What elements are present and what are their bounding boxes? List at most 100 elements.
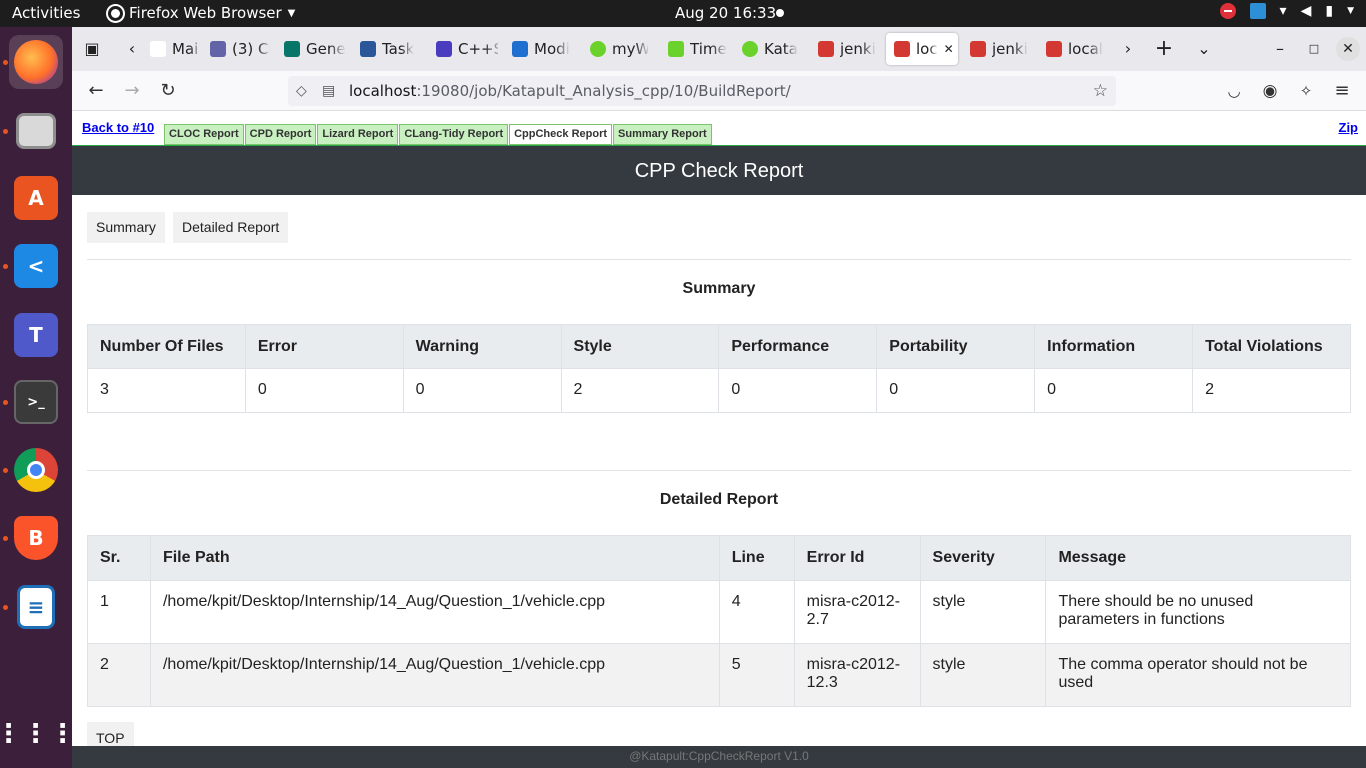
jenkins-icon: [970, 41, 986, 57]
green-dot-icon: [590, 41, 606, 57]
back-icon[interactable]: ←: [84, 79, 108, 103]
list-all-tabs-icon[interactable]: ⌄: [1192, 37, 1216, 61]
summary-cell: 0: [1034, 368, 1194, 413]
browser-tab-label: jenki: [840, 40, 876, 58]
show-apps-button[interactable]: ⋮⋮⋮: [0, 707, 77, 761]
extensions-icon[interactable]: ✧: [1294, 79, 1318, 103]
summary-column-header: Portability: [876, 324, 1036, 369]
detail-cell: The comma operator should not be used: [1045, 643, 1351, 707]
system-tray[interactable]: ▾ ◀ ▮ ▼: [1219, 3, 1354, 19]
detail-cell: 5: [718, 643, 795, 707]
browser-tab[interactable]: Mail: [150, 33, 198, 65]
system-top-bar: Activities Firefox Web Browser ▼ Aug 20 …: [0, 0, 1366, 27]
jenkins-icon: [894, 41, 910, 57]
dock-chrome[interactable]: [9, 443, 63, 497]
firefox-view-icon[interactable]: ▣: [80, 37, 104, 61]
dock-vscode[interactable]: <: [9, 239, 63, 293]
detailed-report-anchor-button[interactable]: Detailed Report: [173, 212, 289, 243]
browser-tab[interactable]: Modi: [512, 33, 574, 65]
wifi-icon[interactable]: ▾: [1280, 3, 1287, 19]
do-not-disturb-icon[interactable]: [1219, 3, 1236, 19]
menu-icon[interactable]: ≡: [1330, 79, 1354, 103]
browser-tab[interactable]: jenki: [818, 33, 878, 65]
scroll-tabs-right-icon[interactable]: ›: [1116, 37, 1140, 61]
zip-link[interactable]: Zip: [1339, 120, 1359, 135]
page-info-icon[interactable]: ▤: [322, 76, 335, 106]
pocket-icon[interactable]: ◡: [1222, 79, 1246, 103]
summary-cell: 3: [87, 368, 246, 413]
activities-button[interactable]: Activities: [12, 4, 80, 22]
scroll-tabs-left-icon[interactable]: ‹: [120, 37, 144, 61]
tracking-protection-icon[interactable]: ◇: [296, 76, 307, 106]
detailed-report-table: Sr. File Path Line Error Id Severity Message …: [87, 535, 1351, 707]
summary-column-header: Number Of Files: [87, 324, 246, 369]
maximize-icon[interactable]: □: [1302, 37, 1326, 61]
new-tab-icon[interactable]: +: [1152, 37, 1176, 61]
battery-icon[interactable]: ▮: [1325, 3, 1333, 19]
browser-tab[interactable]: loc ✕: [886, 33, 958, 65]
browser-tab[interactable]: Gene: [284, 33, 346, 65]
bookmark-star-icon[interactable]: ☆: [1093, 76, 1108, 106]
detail-cell: 1: [87, 580, 151, 644]
browser-tab[interactable]: local: [1046, 33, 1106, 65]
dock-files[interactable]: [9, 104, 63, 158]
running-indicator: [3, 264, 8, 269]
summary-cell: 2: [1192, 368, 1351, 413]
browser-tab-label: C++S: [458, 40, 498, 58]
browser-tab[interactable]: C++S: [436, 33, 498, 65]
browser-tab[interactable]: Task: [360, 33, 418, 65]
dock-terminal[interactable]: >_: [9, 375, 63, 429]
browser-tab[interactable]: jenki: [970, 33, 1030, 65]
dock-app-center[interactable]: A: [9, 171, 63, 225]
files-icon: [16, 113, 56, 149]
report-tab[interactable]: Summary Report: [613, 124, 712, 145]
browser-tab-label: Time: [690, 40, 727, 58]
dock-writer[interactable]: ≡: [9, 580, 63, 634]
browser-tab-label: myW: [612, 40, 648, 58]
summary-anchor-button[interactable]: Summary: [87, 212, 165, 243]
summary-column-header: Information: [1034, 324, 1194, 369]
reload-icon[interactable]: ↻: [156, 79, 180, 103]
summary-column-header: Style: [560, 324, 720, 369]
jenkins-icon: [818, 41, 834, 57]
dock-firefox[interactable]: [9, 35, 63, 89]
account-icon[interactable]: ◉: [1258, 79, 1282, 103]
url-bar[interactable]: ◇ ▤ localhost:19080/job/Katapult_Analysi…: [288, 76, 1116, 106]
report-tab[interactable]: CPD Report: [244, 124, 317, 145]
dock-brave[interactable]: B: [9, 511, 63, 565]
firefox-small-icon: [108, 5, 123, 21]
summary-cell: 2: [560, 368, 720, 413]
clock[interactable]: Aug 20 16:33: [675, 4, 776, 22]
volume-icon[interactable]: ◀: [1301, 3, 1312, 19]
page-footer: @Katapult:CppCheckReport V1.0: [72, 746, 1366, 768]
app-menu[interactable]: Firefox Web Browser ▼: [108, 4, 295, 22]
chevron-down-icon[interactable]: ▼: [1347, 6, 1354, 16]
report-tab[interactable]: CLOC Report: [164, 124, 244, 145]
remote-desktop-icon[interactable]: [1249, 3, 1266, 19]
browser-tab[interactable]: (3) Cl: [210, 33, 270, 65]
detail-column-header: Message: [1045, 535, 1351, 581]
back-to-build-link[interactable]: Back to #10: [82, 120, 154, 135]
close-tab-icon[interactable]: ✕: [944, 42, 954, 56]
close-window-icon[interactable]: ✕: [1336, 37, 1360, 61]
terminal-icon: >_: [14, 380, 58, 424]
forward-icon[interactable]: →: [120, 79, 144, 103]
running-indicator: [3, 400, 8, 405]
summary-column-header: Total Violations: [1192, 324, 1351, 369]
report-tab[interactable]: CppCheck Report: [509, 124, 613, 145]
dock-teams[interactable]: T: [9, 308, 63, 362]
report-tab[interactable]: Lizard Report: [317, 124, 399, 145]
app-menu-label: Firefox Web Browser: [129, 4, 282, 22]
divider: [87, 470, 1351, 471]
minimize-icon[interactable]: –: [1268, 37, 1292, 61]
report-tab[interactable]: CLang-Tidy Report: [399, 124, 509, 145]
chevron-down-icon: ▼: [287, 7, 296, 19]
browser-tab[interactable]: Kata: [742, 33, 800, 65]
running-indicator: [3, 605, 8, 610]
show-apps-icon: ⋮⋮⋮: [0, 719, 77, 749]
browser-tab[interactable]: Time: [668, 33, 732, 65]
top-button[interactable]: TOP: [87, 722, 134, 746]
running-indicator: [3, 468, 8, 473]
mail-icon: [150, 41, 166, 57]
browser-tab[interactable]: myW: [590, 33, 648, 65]
